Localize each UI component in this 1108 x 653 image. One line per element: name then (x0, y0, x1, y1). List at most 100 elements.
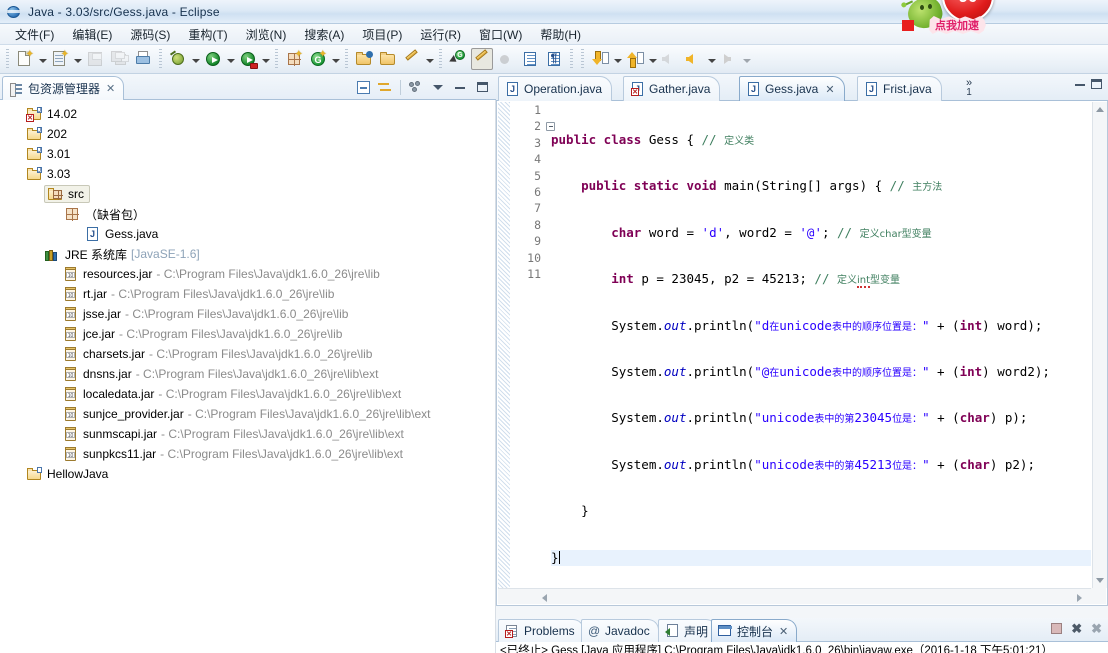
tab-gather-java[interactable]: ✕ Gather.java (623, 76, 721, 101)
toggle-mark-occurrences-icon[interactable]: G (447, 48, 469, 70)
new-annotation-dropdown-icon[interactable] (330, 48, 341, 70)
new-java-class-icon[interactable]: ✦ (49, 48, 71, 70)
external-tools-dropdown-icon[interactable] (260, 48, 271, 70)
menu-navigate[interactable]: 浏览(N) (237, 24, 296, 45)
tree-item-gess-java[interactable]: Gess.java (0, 224, 495, 244)
new-annotation-icon[interactable]: G ✦ (307, 48, 329, 70)
external-tools-icon[interactable] (237, 48, 259, 70)
tree-item-jar[interactable]: 10 dnsns.jar - C:\Program Files\Java\jdk… (0, 364, 495, 384)
tab-problems[interactable]: ✕ Problems (498, 619, 584, 642)
next-annotation-dropdown-icon[interactable] (612, 48, 623, 70)
forward-dropdown-icon[interactable] (741, 48, 752, 70)
menu-window[interactable]: 窗口(W) (470, 24, 531, 45)
view-menu-icon[interactable] (428, 77, 448, 97)
scroll-up-icon[interactable] (1096, 107, 1104, 112)
tree-item-jar[interactable]: 10 jce.jar - C:\Program Files\Java\jdk1.… (0, 324, 495, 344)
menu-file[interactable]: 文件(F) (6, 24, 63, 45)
debug-dropdown-icon[interactable] (190, 48, 201, 70)
tree-item-jar[interactable]: 10 charsets.jar - C:\Program Files\Java\… (0, 344, 495, 364)
back-icon[interactable] (683, 48, 705, 70)
new-dropdown-icon[interactable] (37, 48, 48, 70)
menu-run[interactable]: 运行(R) (411, 24, 470, 45)
scroll-right-icon[interactable] (1077, 594, 1082, 602)
link-with-editor-icon[interactable] (375, 77, 395, 97)
tree-item-jar[interactable]: 10 sunmscapi.jar - C:\Program Files\Java… (0, 424, 495, 444)
tree-item-jar[interactable]: 10 sunjce_provider.jar - C:\Program File… (0, 404, 495, 424)
editor-vertical-scrollbar[interactable] (1092, 102, 1107, 588)
close-icon[interactable]: ✕ (779, 625, 788, 638)
forward-icon[interactable] (718, 48, 740, 70)
tab-gess-java[interactable]: Gess.java ✕ (739, 76, 845, 101)
tab-console[interactable]: 控制台 ✕ (711, 619, 798, 642)
tree-item-jar[interactable]: 10 jsse.jar - C:\Program Files\Java\jdk1… (0, 304, 495, 324)
skip-breakpoints-icon[interactable] (495, 48, 517, 70)
tab-frist-java[interactable]: Frist.java (857, 76, 942, 101)
menu-refactor[interactable]: 重构(T) (179, 24, 236, 45)
tree-item-jar[interactable]: 10 localedata.jar - C:\Program Files\Jav… (0, 384, 495, 404)
back-history-icon[interactable] (659, 48, 681, 70)
new-package-icon[interactable]: ✦ (283, 48, 305, 70)
view-menu-dots-icon[interactable] (406, 77, 426, 97)
tree-item-project-hellowjava[interactable]: HellowJava (0, 464, 495, 484)
menu-project[interactable]: 项目(P) (353, 24, 411, 45)
next-annotation-icon[interactable] (589, 48, 611, 70)
print-icon[interactable] (132, 48, 154, 70)
scroll-left-icon[interactable] (542, 594, 547, 602)
accelerator-mascot[interactable]: 90 点我加速 (902, 0, 1012, 44)
open-type-icon[interactable] (353, 48, 375, 70)
tab-operation-java[interactable]: Operation.java (498, 76, 613, 101)
project-tree[interactable]: J ✕ 14.02 J 202 J 3.01 J 3.03 src （缺省包） … (0, 100, 496, 653)
previous-annotation-icon[interactable] (624, 48, 646, 70)
minimize-icon[interactable] (1075, 83, 1085, 86)
menu-source[interactable]: 源码(S) (121, 24, 179, 45)
back-dropdown-icon[interactable] (706, 48, 717, 70)
resize-corner[interactable] (1091, 588, 1106, 604)
tab-javadoc[interactable]: @ Javadoc (581, 619, 659, 642)
code-editor[interactable]: 1 2 3 4 5 6 7 8 9 10 11 public class Ges… (496, 101, 1108, 606)
scroll-down-icon[interactable] (1096, 578, 1104, 583)
tab-overflow-indicator[interactable]: » 1 (966, 78, 972, 98)
debug-icon[interactable] (167, 48, 189, 70)
menu-search[interactable]: 搜索(A) (295, 24, 353, 45)
maximize-icon[interactable] (1091, 79, 1102, 89)
run-dropdown-icon[interactable] (225, 48, 236, 70)
close-icon[interactable]: ✕ (106, 82, 115, 95)
maximize-icon[interactable] (472, 77, 492, 97)
tree-item-jar[interactable]: 10 rt.jar - C:\Program Files\Java\jdk1.6… (0, 284, 495, 304)
collapse-all-icon[interactable] (353, 77, 373, 97)
tree-item-project-1402[interactable]: J ✕ 14.02 (0, 104, 495, 124)
tree-item-project-303[interactable]: J 3.03 (0, 164, 495, 184)
remove-launch-icon[interactable]: ✖ (1071, 622, 1082, 635)
terminate-icon[interactable] (1051, 623, 1063, 634)
code-line: System.out.println("unicode表中的第45213位是："… (551, 456, 1035, 472)
show-whitespace-icon[interactable] (519, 48, 541, 70)
tree-item-project-301[interactable]: J 3.01 (0, 144, 495, 164)
save-icon[interactable] (84, 48, 106, 70)
minimize-icon[interactable] (450, 77, 470, 97)
tab-package-explorer[interactable]: 包资源管理器 ✕ (2, 76, 125, 100)
editor-horizontal-scrollbar[interactable] (498, 588, 1092, 604)
marker-dropdown-icon[interactable] (424, 48, 435, 70)
tab-declaration[interactable]: 声明 (658, 619, 718, 642)
tree-item-project-202[interactable]: J 202 (0, 124, 495, 144)
tree-item-src[interactable]: src (0, 184, 495, 204)
menu-help[interactable]: 帮助(H) (531, 24, 590, 45)
tree-item-jar[interactable]: 10 resources.jar - C:\Program Files\Java… (0, 264, 495, 284)
tree-item-jar[interactable]: 10 sunpkcs11.jar - C:\Program Files\Java… (0, 444, 495, 464)
new-java-class-dropdown-icon[interactable] (72, 48, 83, 70)
tree-item-default-package[interactable]: （缺省包） (0, 204, 495, 224)
pilcrow-icon[interactable]: ¶ (543, 48, 565, 70)
tree-item-jre-library[interactable]: JRE 系统库 [JavaSE-1.6] (0, 244, 495, 264)
close-icon[interactable]: ✕ (825, 83, 834, 96)
marker-icon[interactable] (401, 48, 423, 70)
new-wizard-icon[interactable]: ✦ (14, 48, 36, 70)
save-all-icon[interactable] (108, 48, 130, 70)
previous-annotation-dropdown-icon[interactable] (647, 48, 658, 70)
menu-edit[interactable]: 编辑(E) (63, 24, 121, 45)
code-text[interactable]: public class Gess { // 定义类 public static… (551, 102, 1091, 588)
open-task-icon[interactable] (377, 48, 399, 70)
pencil-highlight-icon[interactable] (471, 48, 493, 70)
annotation-ruler[interactable] (498, 102, 510, 588)
run-icon[interactable] (202, 48, 224, 70)
remove-all-terminated-icon[interactable]: ✖ (1091, 622, 1102, 635)
